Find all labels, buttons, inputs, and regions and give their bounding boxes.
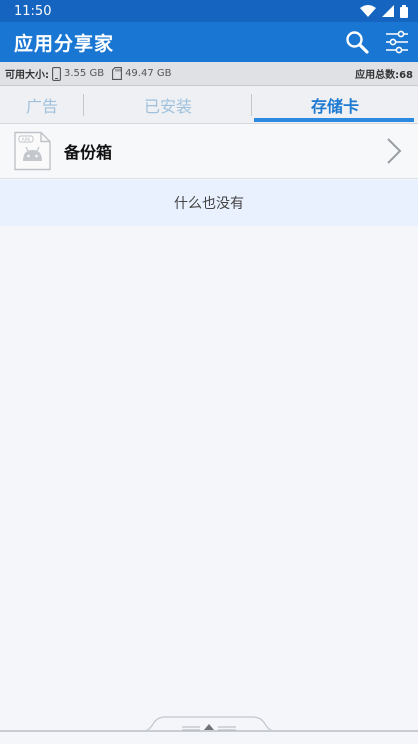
filter-settings-icon	[386, 30, 408, 54]
status-time: 11:50	[14, 3, 52, 19]
list-item-label: 备份箱	[64, 143, 113, 162]
tab-installed[interactable]: 已安装	[84, 86, 252, 123]
svg-text:APK: APK	[22, 137, 32, 143]
signal-icon	[382, 5, 394, 17]
app-title: 应用分享家	[14, 32, 115, 55]
bottom-drawer-handle[interactable]	[0, 712, 418, 744]
storage-info: 可用大小: 3.55 GB 49.47 GB	[5, 66, 176, 81]
chevron-right-icon	[387, 138, 402, 164]
sd-card-icon	[112, 67, 123, 80]
apk-file-icon: APK	[14, 131, 51, 171]
list-item-backup-box[interactable]: APK 备份箱	[0, 124, 418, 179]
search-button[interactable]	[344, 29, 370, 55]
app-actions	[344, 29, 410, 55]
battery-icon	[400, 4, 408, 18]
phone-storage-icon	[52, 66, 61, 81]
app-total-count: 应用总数:68	[355, 70, 413, 81]
empty-state-message: 什么也没有	[0, 180, 418, 226]
status-icons	[360, 4, 408, 18]
phone-storage-value: 3.55 GB	[64, 68, 105, 79]
available-size-label: 可用大小:	[5, 70, 49, 81]
storage-info-bar: 可用大小: 3.55 GB 49.47 GB 应用总数:68	[0, 62, 418, 86]
app-bar: 应用分享家	[0, 22, 418, 62]
tab-ads[interactable]: 广告	[0, 86, 84, 123]
search-icon	[346, 31, 369, 54]
tab-indicator	[254, 118, 414, 122]
status-bar: 11:50	[0, 0, 418, 22]
filter-button[interactable]	[384, 29, 410, 55]
wifi-icon	[360, 5, 376, 17]
sd-storage-value: 49.47 GB	[125, 68, 172, 79]
